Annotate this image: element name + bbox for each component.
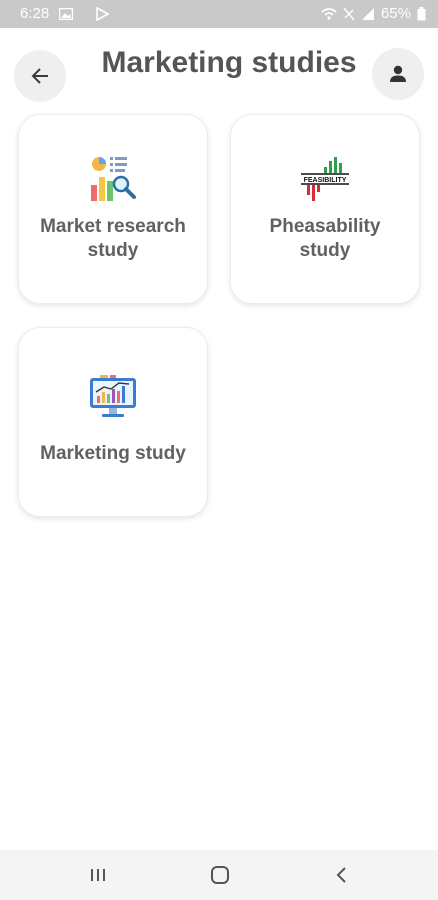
svg-text:FEASIBILITY: FEASIBILITY [304, 177, 347, 184]
status-left: 6:28 [20, 5, 110, 22]
battery-icon [417, 6, 426, 21]
card-market-research[interactable]: Market research study [18, 114, 208, 304]
status-right: 65% [321, 5, 426, 22]
signal-icon [361, 7, 375, 21]
card-label: Pheasability study [269, 216, 381, 261]
card-label: Marketing study [40, 443, 186, 464]
page-title: Marketing studies [101, 46, 357, 79]
status-time: 6:28 [20, 5, 50, 22]
market-research-icon [91, 157, 136, 201]
status-bar: 6:28 65% [0, 0, 438, 28]
back-chevron-icon [336, 867, 346, 883]
play-store-icon [95, 6, 110, 21]
card-label: Market research study [40, 216, 186, 261]
marketing-monitor-icon [90, 375, 136, 417]
system-nav-bar [0, 850, 438, 900]
app-header: Marketing studies [0, 28, 438, 108]
mute-icon [343, 7, 355, 21]
profile-button[interactable] [372, 48, 424, 100]
home-icon [211, 866, 229, 884]
feasibility-icon: FEASIBILITY [301, 157, 349, 201]
gallery-icon [59, 7, 74, 20]
person-icon [390, 65, 406, 82]
arrow-left-icon [31, 68, 48, 84]
back-button[interactable] [14, 50, 66, 102]
recents-icon [91, 869, 105, 881]
card-feasibility[interactable]: FEASIBILITY Pheasability study [230, 114, 420, 304]
home-button[interactable] [200, 860, 240, 890]
nav-back-button[interactable] [322, 860, 362, 890]
battery-percent: 65% [380, 5, 411, 22]
wifi-icon [321, 7, 337, 21]
card-marketing-study[interactable]: Marketing study [18, 327, 208, 517]
recents-button[interactable] [78, 860, 118, 890]
